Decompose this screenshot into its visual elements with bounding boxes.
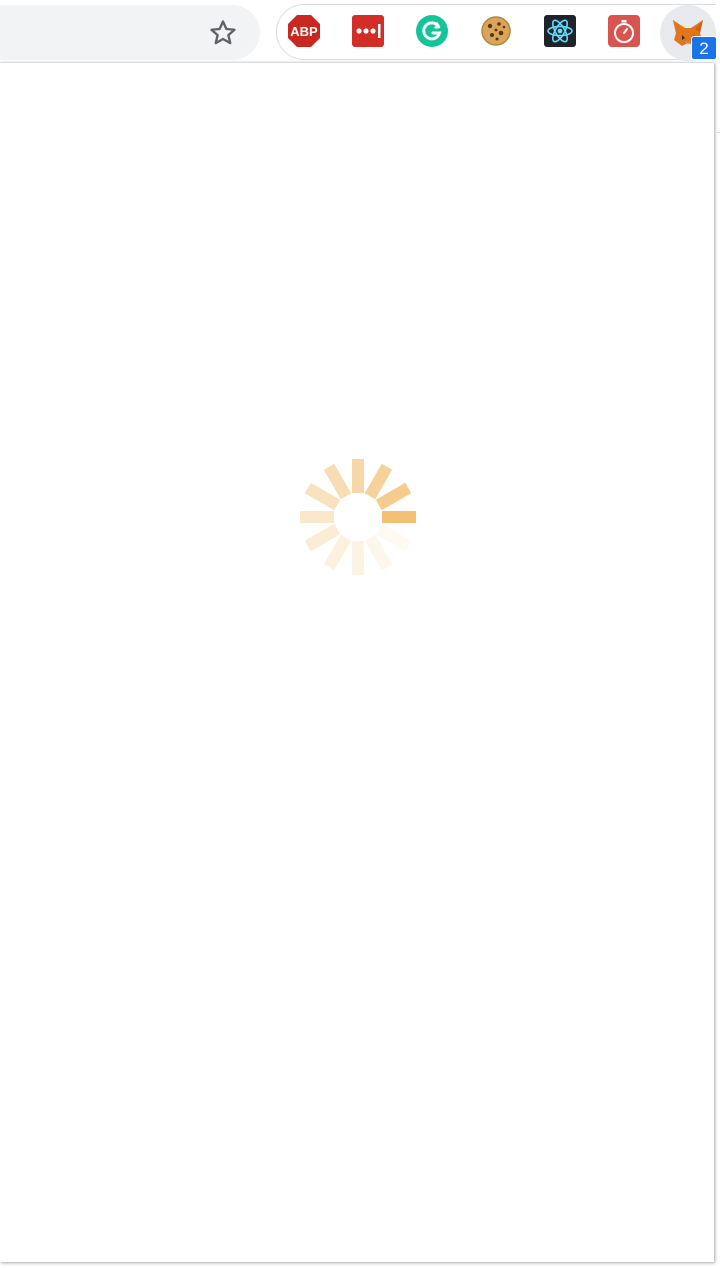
react-devtools-icon[interactable]: [543, 14, 577, 48]
metamask-notification-badge: 2: [691, 36, 717, 60]
grammarly-icon[interactable]: [415, 14, 449, 48]
stopwatch-icon[interactable]: [607, 14, 641, 48]
adblock-plus-icon[interactable]: ABP: [287, 14, 321, 48]
bookmark-star-icon[interactable]: [206, 16, 240, 50]
browser-toolbar: ABP 2: [0, 0, 720, 62]
lastpass-icon[interactable]: [351, 14, 385, 48]
adblock-plus-label: ABP: [290, 24, 318, 39]
loading-spinner-icon: [300, 459, 416, 575]
cookie-icon[interactable]: [479, 14, 513, 48]
background-divider: [714, 132, 720, 133]
extension-popup: [0, 62, 714, 1262]
